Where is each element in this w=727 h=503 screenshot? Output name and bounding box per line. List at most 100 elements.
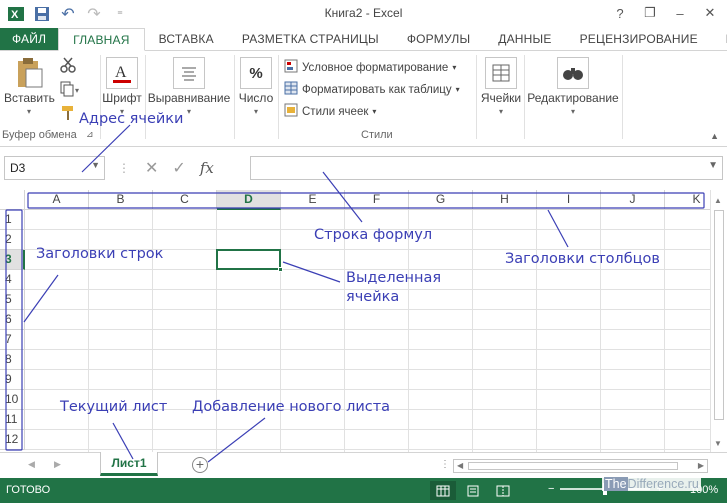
annotation-current-sheet: Текущий лист — [60, 399, 168, 415]
scroll-down-icon[interactable]: ▼ — [714, 439, 722, 448]
vertical-scroll-thumb[interactable] — [714, 210, 724, 420]
paste-button[interactable]: Вставить ▾ — [4, 57, 55, 116]
format-as-table-icon — [284, 81, 298, 98]
column-header-a[interactable]: A — [25, 190, 89, 210]
prev-sheet-icon[interactable]: ◀ — [28, 459, 35, 470]
cells-icon — [485, 57, 517, 89]
format-painter-icon[interactable] — [60, 105, 76, 124]
title-bar: X ↶ ↷ ⁼ Книга2 - Excel ? ❐ – ✕ — [0, 0, 727, 28]
zoom-out-icon[interactable]: − — [548, 483, 554, 495]
gridline-horizontal — [25, 309, 710, 310]
tab-file[interactable]: ФАЙЛ — [0, 28, 59, 50]
column-header-c[interactable]: C — [153, 190, 217, 210]
row-header-11[interactable]: 11 — [0, 410, 25, 430]
name-box-dropdown-icon[interactable]: ▼ — [91, 160, 100, 170]
font-label: Шрифт — [102, 91, 142, 105]
tab-page-layout[interactable]: РАЗМЕТКА СТРАНИЦЫ — [228, 28, 393, 50]
row-header-10[interactable]: 10 — [0, 390, 25, 410]
enter-icon[interactable]: ✓ — [172, 158, 185, 178]
scroll-left-icon[interactable]: ◀ — [457, 461, 463, 470]
font-button[interactable]: A Шрифт ▾ — [101, 57, 143, 116]
column-header-j[interactable]: J — [601, 190, 665, 210]
gridline-vertical — [472, 210, 473, 452]
cell-styles-button[interactable]: Стили ячеек ▾ — [284, 103, 376, 120]
conditional-formatting-button[interactable]: Условное форматирование ▾ — [284, 59, 456, 76]
normal-view-icon[interactable] — [430, 481, 456, 500]
annotation-add-sheet: Добавление нового листа — [192, 399, 391, 415]
fill-handle[interactable] — [278, 267, 283, 272]
row-header-5[interactable]: 5 — [0, 290, 25, 310]
scroll-right-icon[interactable]: ▶ — [698, 461, 704, 470]
row-header-12[interactable]: 12 — [0, 430, 25, 450]
selected-cell[interactable] — [216, 249, 283, 272]
page-break-view-icon[interactable] — [490, 481, 516, 500]
row-header-9[interactable]: 9 — [0, 370, 25, 390]
column-header-k[interactable]: K — [665, 190, 710, 210]
tab-review[interactable]: РЕЦЕНЗИРОВАНИЕ — [566, 28, 712, 50]
tab-split-handle-icon[interactable]: ⋮ — [440, 459, 450, 470]
row-header-8[interactable]: 8 — [0, 350, 25, 370]
alignment-button[interactable]: Выравнивание ▾ — [146, 57, 232, 116]
help-button[interactable]: ? — [607, 2, 633, 24]
expand-formula-bar-icon[interactable]: ▼ — [708, 160, 718, 171]
formula-input[interactable]: ▼ — [250, 156, 723, 180]
format-as-table-button[interactable]: Форматировать как таблицу ▾ — [284, 81, 460, 98]
scroll-up-icon[interactable]: ▲ — [714, 196, 722, 205]
minimize-button[interactable]: – — [667, 2, 693, 24]
name-box[interactable]: D3 ▼ — [4, 156, 105, 180]
annotation-col-headers: Заголовки столбцов — [505, 251, 660, 267]
number-button[interactable]: % Число ▾ — [236, 57, 276, 116]
next-sheet-icon[interactable]: ▶ — [54, 459, 61, 470]
group-separator — [234, 55, 235, 139]
styles-group-label: Стили — [361, 129, 393, 141]
column-header-d[interactable]: D — [217, 190, 281, 210]
editing-dropdown-icon: ▾ — [570, 107, 575, 116]
tab-data[interactable]: ДАННЫЕ — [484, 28, 565, 50]
column-header-h[interactable]: H — [473, 190, 537, 210]
column-header-e[interactable]: E — [281, 190, 345, 210]
sheet-tab-active[interactable]: Лист1 — [100, 452, 158, 476]
conditional-formatting-label: Условное форматирование — [302, 61, 449, 74]
row-header-6[interactable]: 6 — [0, 310, 25, 330]
select-all-corner[interactable] — [0, 190, 25, 210]
vertical-scrollbar[interactable]: ▲ ▼ — [710, 190, 727, 452]
formula-buttons: ✕ ✓ fx — [137, 156, 247, 180]
row-header-7[interactable]: 7 — [0, 330, 25, 350]
view-buttons — [430, 481, 516, 500]
row-header-1[interactable]: 1 — [0, 210, 25, 230]
column-header-b[interactable]: B — [89, 190, 153, 210]
row-header-2[interactable]: 2 — [0, 230, 25, 250]
add-sheet-button[interactable]: + — [192, 457, 208, 473]
tab-view[interactable]: ВИ — [712, 28, 727, 50]
column-header-g[interactable]: G — [409, 190, 473, 210]
tab-formulas[interactable]: ФОРМУЛЫ — [393, 28, 484, 50]
copy-icon[interactable]: ▾ — [60, 81, 82, 100]
column-header-f[interactable]: F — [345, 190, 409, 210]
editing-button[interactable]: Редактирование ▾ — [526, 57, 620, 116]
horizontal-scrollbar[interactable]: ◀ ▶ — [453, 459, 708, 473]
cut-icon[interactable] — [60, 57, 76, 76]
close-button[interactable]: ✕ — [697, 2, 723, 24]
clipboard-launcher-icon[interactable]: ⊿ — [86, 129, 94, 140]
collapse-ribbon-icon[interactable]: ▲ — [710, 131, 719, 141]
horizontal-scroll-thumb[interactable] — [468, 462, 678, 470]
tab-home[interactable]: ГЛАВНАЯ — [58, 28, 145, 51]
gridline-horizontal — [25, 449, 710, 450]
paste-icon — [13, 57, 45, 89]
watermark: TheDifference.ru — [602, 477, 701, 491]
row-header-4[interactable]: 4 — [0, 270, 25, 290]
gridline-vertical — [664, 210, 665, 452]
column-header-i[interactable]: I — [537, 190, 601, 210]
ribbon-tabs: ФАЙЛ ГЛАВНАЯ ВСТАВКА РАЗМЕТКА СТРАНИЦЫ Ф… — [0, 28, 727, 51]
tab-insert[interactable]: ВСТАВКА — [145, 28, 228, 50]
watermark-text: Difference.ru — [627, 477, 699, 491]
page-layout-view-icon[interactable] — [460, 481, 486, 500]
row-header-3[interactable]: 3 — [0, 250, 25, 270]
group-separator — [476, 55, 477, 139]
cells-button[interactable]: Ячейки ▾ — [478, 57, 524, 116]
cancel-icon[interactable]: ✕ — [145, 158, 158, 178]
gridline-horizontal — [25, 429, 710, 430]
insert-function-button[interactable]: fx — [200, 159, 214, 177]
gridline-horizontal — [25, 389, 710, 390]
ribbon-display-button[interactable]: ❐ — [637, 2, 663, 24]
